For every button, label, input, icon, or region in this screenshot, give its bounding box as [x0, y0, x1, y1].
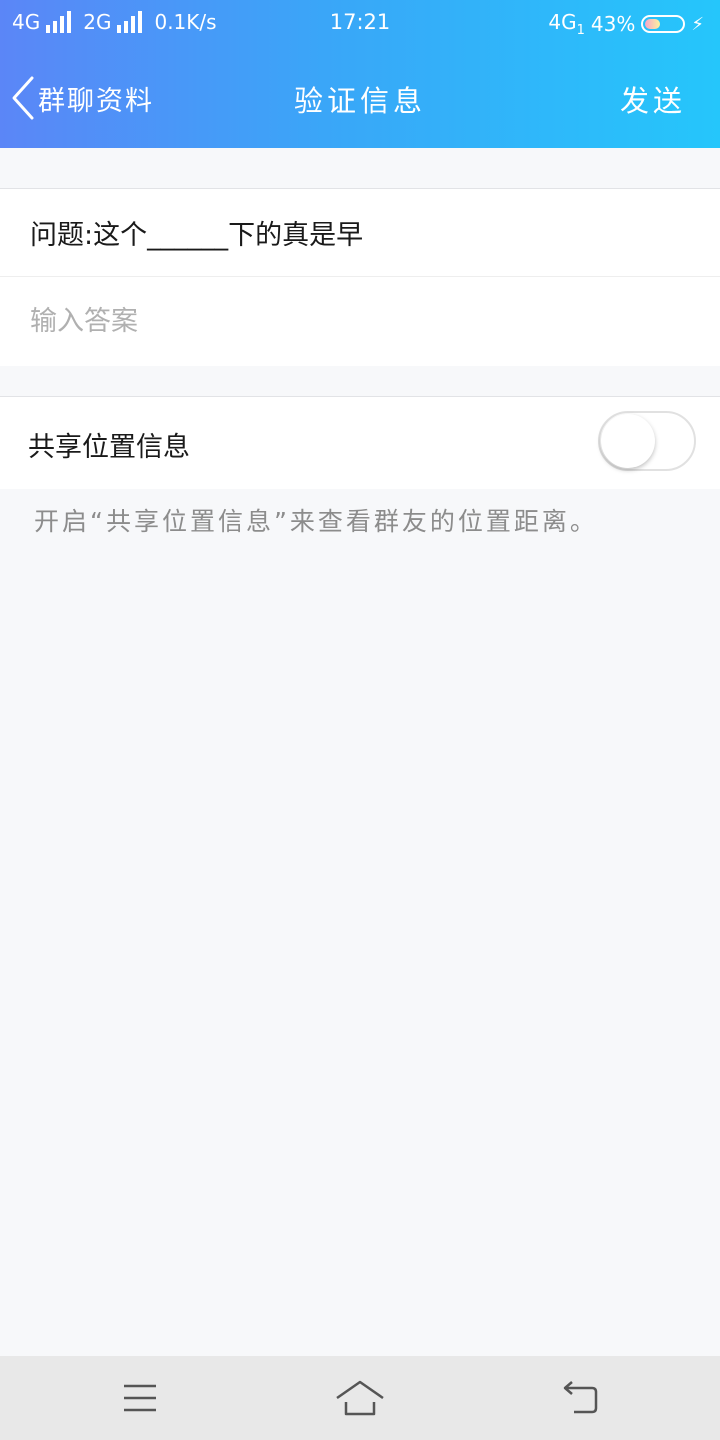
question-text: 问题:这个______下的真是早 — [0, 189, 720, 277]
header: 4G 2G 0.1K/s 17:21 4G1 43% ⚡ 群聊资料 验证信息 发… — [0, 0, 720, 148]
status-right: 4G1 43% ⚡ — [548, 10, 704, 38]
share-location-hint: 开启“共享位置信息”来查看群友的位置距离。 — [34, 507, 598, 536]
charging-icon: ⚡ — [691, 13, 704, 35]
home-button[interactable] — [334, 1378, 386, 1418]
verification-card: 问题:这个______下的真是早 — [0, 188, 720, 366]
battery-icon — [641, 15, 686, 33]
toggle-knob — [601, 414, 655, 468]
return-button[interactable] — [560, 1378, 604, 1418]
share-location-label: 共享位置信息 — [28, 432, 190, 463]
return-icon — [563, 1381, 598, 1414]
home-icon — [336, 1380, 384, 1416]
battery-percent: 43% — [590, 12, 636, 36]
location-card: 共享位置信息 — [0, 396, 720, 489]
menu-button[interactable] — [118, 1378, 162, 1418]
menu-icon — [124, 1384, 156, 1412]
battery-fill — [645, 19, 661, 29]
system-navigation-bar — [0, 1356, 720, 1440]
answer-input[interactable] — [30, 277, 720, 365]
network-type-right: 4G1 — [548, 10, 585, 38]
share-location-toggle[interactable] — [598, 411, 696, 471]
send-button[interactable]: 发送 — [620, 78, 686, 120]
status-bar: 4G 2G 0.1K/s 17:21 4G1 43% ⚡ — [0, 0, 720, 48]
navigation-bar: 群聊资料 验证信息 发送 — [0, 48, 720, 148]
network-right-label: 4G — [548, 10, 577, 34]
page-title: 验证信息 — [293, 84, 426, 118]
sim-index: 1 — [576, 23, 585, 38]
